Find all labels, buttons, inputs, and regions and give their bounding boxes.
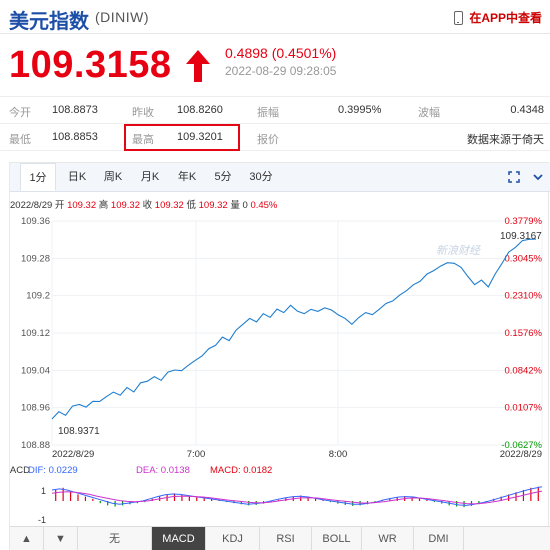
pct-tick-label: 0.3779% (504, 216, 542, 227)
indicator-tab-wr[interactable]: WR (362, 527, 414, 550)
price-change: 0.4898 (0.4501%) (225, 45, 337, 61)
macd-dif-text: DIF: 0.0229 (28, 465, 78, 476)
chart-container: 1分 日K 周K 月K 年K 5分 30分 2022/8/29 开 109.32… (9, 162, 550, 550)
x-tick-label: 8:00 (329, 449, 348, 460)
indicator-tab-rsi[interactable]: RSI (260, 527, 312, 550)
tab-day-k[interactable]: 日K (62, 163, 92, 191)
stat-value-prev-close: 108.8260 (177, 104, 223, 116)
x-tick-label: 7:00 (187, 449, 206, 460)
settings-icon[interactable] (532, 171, 544, 183)
chart-watermark: 新浪财经 (436, 244, 481, 257)
macd-dea-line (51, 490, 543, 505)
y-tick-label: 109.2 (26, 291, 50, 302)
y-tick-label: 108.96 (21, 403, 50, 414)
current-price: 109.3158 (9, 44, 172, 86)
pct-tick-label: 0.0842% (504, 365, 542, 376)
tab-year-k[interactable]: 年K (171, 163, 203, 191)
stat-label-quote: 报价 (257, 134, 279, 146)
indicator-tab-macd[interactable]: MACD (152, 527, 206, 550)
stat-label-low: 最低 (9, 134, 31, 146)
macd-value-text: MACD: 0.0182 (210, 465, 272, 476)
macd-dea-text: DEA: 0.0138 (136, 465, 190, 476)
quote-time: 2022-08-29 09:28:05 (225, 64, 337, 78)
quote-panel: 109.3158 0.4898 (0.4501%) 2022-08-29 09:… (0, 36, 550, 94)
tab-month-k[interactable]: 月K (134, 163, 166, 191)
pct-tick-label: 0.2310% (504, 291, 542, 302)
x-tick-label: 2022/8/29 (52, 449, 94, 460)
up-arrow-icon (186, 50, 210, 82)
fullscreen-icon[interactable] (508, 171, 520, 183)
last-price-label: 109.3167 (500, 231, 542, 242)
tab-week-k[interactable]: 周K (97, 163, 129, 191)
phone-icon (454, 11, 464, 25)
stat-value-range: 0.4348 (510, 104, 544, 116)
pct-tick-label: 0.0107% (504, 403, 542, 414)
macd-ytick-top: 1 (41, 486, 46, 496)
y-tick-label: 109.04 (21, 365, 50, 376)
price-series-line (51, 238, 537, 420)
stat-value-low: 108.8853 (52, 131, 98, 143)
index-title: 美元指数 (9, 11, 89, 33)
y-tick-label: 109.28 (21, 253, 50, 264)
stats-row-1: 今开 108.8873 昨收 108.8260 振幅 0.3995% 波幅 0.… (0, 97, 550, 124)
stat-label-range: 波幅 (418, 107, 440, 119)
indicator-tab-dmi[interactable]: DMI (414, 527, 464, 550)
period-tabs: 1分 日K 周K 月K 年K 5分 30分 (10, 163, 550, 192)
indicator-tab-none[interactable]: 无 (78, 527, 152, 550)
macd-dif-line (51, 486, 543, 506)
tab-5min[interactable]: 5分 (208, 163, 238, 191)
pct-tick-label: 0.1576% (504, 328, 542, 339)
indicator-tabs: ▲ ▼ 无 MACD KDJ RSI BOLL WR DMI (10, 526, 550, 550)
page-header: 美元指数 (DINIW) 在APP中查看 (0, 0, 550, 34)
stats-table: 今开 108.8873 昨收 108.8260 振幅 0.3995% 波幅 0.… (0, 96, 550, 152)
open-in-app-label: 在APP中查看 (469, 11, 542, 25)
indicator-tab-boll[interactable]: BOLL (312, 527, 362, 550)
indicator-tab-kdj[interactable]: KDJ (206, 527, 260, 550)
stat-value-open: 108.8873 (52, 104, 98, 116)
stat-label-amplitude: 振幅 (257, 107, 279, 119)
stat-value-amplitude: 0.3995% (338, 104, 382, 116)
scroll-down-button[interactable]: ▼ (44, 527, 78, 550)
index-code: (DINIW) (95, 9, 150, 25)
scroll-up-button[interactable]: ▲ (10, 527, 44, 550)
open-in-app-link[interactable]: 在APP中查看 (454, 9, 542, 26)
data-source-text: 数据来源于倚天 (467, 134, 544, 146)
macd-ytick-bottom: -1 (38, 515, 46, 525)
x-tick-label: 2022/8/29 (500, 449, 542, 460)
tab-1min[interactable]: 1分 (20, 163, 56, 191)
y-tick-label: 109.36 (21, 216, 50, 227)
min-price-label: 108.9371 (58, 426, 100, 437)
stats-row-2: 最低 108.8853 最高 109.3201 报价 数据来源于倚天 (0, 124, 550, 151)
stat-label-prev-close: 昨收 (132, 107, 154, 119)
tab-30min[interactable]: 30分 (243, 163, 279, 191)
y-tick-label: 108.88 (21, 440, 50, 451)
stat-label-open: 今开 (9, 107, 31, 119)
price-chart[interactable]: 109.36 109.28 109.2 109.12 109.04 108.96 108.8… (10, 209, 550, 529)
y-tick-label: 109.12 (21, 328, 50, 339)
high-highlight-box (124, 124, 240, 151)
pct-tick-label: 0.3045% (504, 253, 542, 264)
